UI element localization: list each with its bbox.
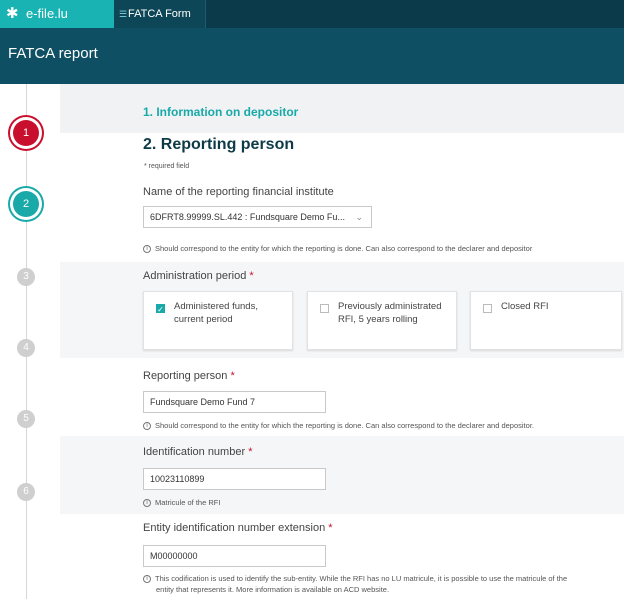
- entity-extension-value: M00000000: [150, 551, 198, 561]
- entity-extension-label-text: Entity identification number extension: [143, 522, 326, 534]
- rfi-name-select[interactable]: 6DFRT8.99999.SL.442 : Fundsquare Demo Fu…: [143, 206, 372, 228]
- identification-number-help-text: Matricule of the RFI: [155, 498, 221, 507]
- entity-extension-input[interactable]: M00000000: [143, 545, 326, 567]
- required-mark: *: [249, 270, 254, 282]
- efile-logo[interactable]: ✱ e-file.lu: [0, 0, 114, 28]
- checkbox-checked[interactable]: ✓: [156, 304, 165, 314]
- reporting-person-label: Reporting person *: [143, 370, 235, 382]
- step-1[interactable]: 1: [13, 120, 39, 146]
- identification-number-help: i Matricule of the RFI: [143, 498, 221, 508]
- reporting-person-help-text: Should correspond to the entity for whic…: [155, 421, 534, 430]
- admin-option-current-label: Administered funds, current period: [174, 301, 258, 325]
- admin-option-current[interactable]: ✓ Administered funds, current period: [143, 291, 293, 350]
- identification-number-label-text: Identification number: [143, 446, 246, 458]
- checkbox-unchecked[interactable]: [320, 304, 329, 313]
- admin-option-closed-label: Closed RFI: [501, 301, 549, 312]
- required-field-note: * required field: [144, 163, 190, 170]
- rfi-name-help: i Should correspond to the entity for whi…: [143, 244, 533, 254]
- section-1-header[interactable]: 1. Information on depositor: [60, 84, 624, 133]
- tab-fatca-form[interactable]: ☰ FATCA Form: [114, 0, 206, 28]
- admin-option-previous[interactable]: Previously administrated RFI, 5 years ro…: [307, 291, 457, 350]
- tab-label: FATCA Form: [128, 8, 191, 20]
- form-content: 1. Information on depositor 2. Reporting…: [60, 84, 624, 599]
- info-icon: i: [143, 245, 151, 254]
- admin-period-label-text: Administration period: [143, 270, 247, 282]
- rfi-name-label: Name of the reporting financial institut…: [143, 186, 334, 198]
- step-sidebar: 1 2 3 4 5 6: [0, 84, 60, 599]
- info-icon: i: [143, 499, 151, 508]
- entity-extension-help-line2: entity that represents it. More informat…: [156, 585, 390, 594]
- page-title: FATCA report: [8, 45, 98, 62]
- top-bar: ✱ e-file.lu ☰ FATCA Form: [0, 0, 624, 28]
- admin-period-label: Administration period *: [143, 270, 254, 282]
- admin-option-previous-label: Previously administrated RFI, 5 years ro…: [338, 301, 442, 325]
- identification-number-value: 10023110899: [150, 474, 205, 484]
- reporting-person-label-text: Reporting person: [143, 370, 228, 382]
- info-icon: i: [143, 575, 151, 584]
- rfi-name-help-text: Should correspond to the entity for whic…: [155, 244, 533, 253]
- chevron-down-icon: ⌄: [355, 212, 363, 222]
- step-4[interactable]: 4: [17, 339, 35, 357]
- section-2-title: 2. Reporting person: [143, 136, 295, 153]
- form-list-icon: ☰: [119, 9, 128, 19]
- required-mark: *: [328, 522, 333, 534]
- reporting-person-help: i Should correspond to the entity for whi…: [143, 421, 534, 431]
- page-header: FATCA report: [0, 28, 624, 84]
- rfi-name-value: 6DFRT8.99999.SL.442 : Fundsquare Demo Fu…: [150, 212, 345, 222]
- required-mark: *: [248, 446, 253, 458]
- rfi-name-label-text: Name of the reporting financial institut…: [143, 186, 334, 198]
- required-mark: *: [230, 370, 235, 382]
- entity-extension-help-cont: entity that represents it. More informat…: [156, 585, 389, 594]
- entity-extension-help-line1: This codification is used to identify th…: [155, 574, 568, 583]
- logo-text: e-file.lu: [26, 6, 68, 21]
- entity-extension-label: Entity identification number extension *: [143, 522, 333, 534]
- step-6[interactable]: 6: [17, 483, 35, 501]
- step-2[interactable]: 2: [13, 191, 39, 217]
- logo-star-icon: ✱: [6, 5, 19, 22]
- reporting-person-input[interactable]: Fundsquare Demo Fund 7: [143, 391, 326, 413]
- identification-number-label: Identification number *: [143, 446, 252, 458]
- identification-number-input[interactable]: 10023110899: [143, 468, 326, 490]
- admin-option-closed[interactable]: Closed RFI: [470, 291, 622, 350]
- step-3[interactable]: 3: [17, 268, 35, 286]
- step-5[interactable]: 5: [17, 410, 35, 428]
- reporting-person-value: Fundsquare Demo Fund 7: [150, 397, 256, 407]
- section-1-title: 1. Information on depositor: [143, 105, 299, 119]
- checkbox-unchecked[interactable]: [483, 304, 492, 313]
- entity-extension-help: i This codification is used to identify t…: [143, 574, 568, 584]
- info-icon: i: [143, 422, 151, 431]
